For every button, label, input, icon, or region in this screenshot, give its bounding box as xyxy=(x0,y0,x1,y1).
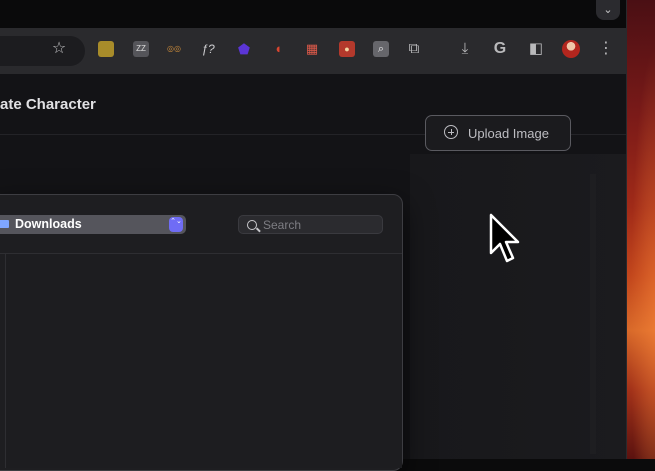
search-icon xyxy=(247,220,257,230)
browser-tab-strip: ⌄ xyxy=(0,0,626,28)
folder-icon xyxy=(0,220,9,228)
browser-toolbar: ☆ ZZ ◎◎ ƒ? ⬟ ◖ ▦ ● ⌕ ⧉ ⤓ G ◧ ⋮ xyxy=(0,28,626,74)
browser-menu-icon[interactable]: ⋮ xyxy=(596,39,616,59)
extension-goggles-icon[interactable]: ◎◎ xyxy=(166,41,182,57)
extension-gray-search-icon[interactable]: ⌕ xyxy=(373,41,389,57)
right-panel xyxy=(410,154,626,459)
desktop-wallpaper xyxy=(626,0,655,459)
extensions-puzzle-icon[interactable]: ⧉ xyxy=(404,39,424,59)
upload-image-button[interactable]: Upload Image xyxy=(425,115,571,151)
file-search-field[interactable] xyxy=(238,215,383,234)
extension-yellow-icon[interactable] xyxy=(98,41,114,57)
mouse-pointer-icon xyxy=(489,213,520,263)
extension-red-grid-icon[interactable]: ▦ xyxy=(304,41,320,57)
page-title: ate Character xyxy=(0,96,96,113)
search-input[interactable] xyxy=(263,217,375,232)
profile-avatar[interactable] xyxy=(562,40,580,58)
chevron-updown-icon: ⌃⌄ xyxy=(169,217,183,232)
file-dialog-toolbar: Downloads ⌃⌄ xyxy=(0,195,402,254)
extension-red-curve-icon[interactable]: ◖ xyxy=(270,41,286,57)
file-open-dialog: Downloads ⌃⌄ xyxy=(0,194,403,471)
extension-fx-icon[interactable]: ƒ? xyxy=(200,41,216,57)
download-icon[interactable]: ⤓ xyxy=(455,39,475,59)
extension-red-badge-icon[interactable]: ● xyxy=(339,41,355,57)
side-panel-icon[interactable]: ◧ xyxy=(526,39,546,59)
upload-image-label: Upload Image xyxy=(468,126,549,141)
google-icon[interactable]: G xyxy=(490,39,510,59)
extension-zz-icon[interactable]: ZZ xyxy=(133,41,149,57)
location-label: Downloads xyxy=(15,217,82,231)
bookmark-star-icon[interactable]: ☆ xyxy=(49,39,69,59)
extension-purple-shield-icon[interactable]: ⬟ xyxy=(236,41,252,57)
browser-window: ⌄ ☆ ZZ ◎◎ ƒ? ⬟ ◖ ▦ ● ⌕ ⧉ ⤓ G ◧ ⋮ ate Cha… xyxy=(0,0,627,471)
address-bar[interactable] xyxy=(0,36,85,66)
file-list[interactable] xyxy=(6,254,402,468)
plus-circle-icon xyxy=(444,125,458,139)
tab-search-chevron-icon[interactable]: ⌄ xyxy=(596,0,620,20)
location-dropdown[interactable]: Downloads ⌃⌄ xyxy=(0,215,186,234)
